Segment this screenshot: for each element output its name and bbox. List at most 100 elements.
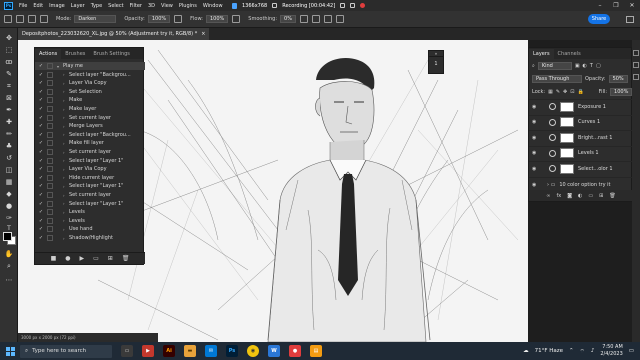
edit-toolbar-icon[interactable]: ⋯ (4, 276, 14, 285)
menu-select[interactable]: Select (105, 3, 126, 9)
eraser-tool-icon[interactable]: ◫ (4, 166, 14, 175)
filter-adjust-icon[interactable]: ◐ (583, 63, 587, 69)
action-check-icon[interactable]: ✓ (37, 183, 45, 189)
minimize-icon[interactable]: – (592, 0, 608, 11)
dialog-toggle-icon[interactable] (47, 131, 53, 138)
action-item[interactable]: ✓ › Merge Layers (35, 122, 145, 130)
visibility-eye-icon[interactable]: ◉ (532, 166, 541, 172)
marquee-tool-icon[interactable]: ⬚ (4, 46, 14, 55)
collapse-icon[interactable]: » (429, 51, 443, 57)
properties-mini-panel[interactable]: » 1 (428, 50, 444, 74)
trash-icon[interactable]: 🗑 (122, 255, 130, 262)
notes-icon[interactable]: ▤ (310, 345, 322, 357)
smoothing-gear-icon[interactable] (299, 15, 308, 23)
camera-icon[interactable] (340, 3, 346, 8)
dialog-toggle-icon[interactable] (47, 192, 53, 198)
dialog-toggle-icon[interactable] (47, 88, 53, 95)
gradient-tool-icon[interactable]: ▦ (4, 178, 14, 187)
action-item[interactable]: ✓ › Hide current layer (35, 174, 145, 182)
workspace-icon[interactable] (626, 16, 634, 23)
action-item[interactable]: ✓ › Use hand (35, 225, 145, 233)
action-item[interactable]: ✓ › Select layer "Layer 1" (35, 157, 145, 165)
file-explorer-icon[interactable]: ▬ (184, 345, 196, 357)
action-check-icon[interactable]: ✓ (37, 132, 45, 138)
lock-move-icon[interactable]: ✥ (563, 89, 567, 95)
eyedropper-tool-icon[interactable]: ✒ (4, 106, 14, 115)
visibility-eye-icon[interactable]: ◉ (532, 135, 541, 141)
brush-tool-icon[interactable]: ✏ (4, 130, 14, 139)
action-item[interactable]: ✓ › Levels (35, 217, 145, 225)
action-check-icon[interactable]: ✓ (37, 226, 45, 232)
properties-panel-icon[interactable] (633, 62, 639, 68)
pressure-size-icon[interactable] (323, 15, 332, 23)
action-check-icon[interactable]: ✓ (37, 97, 45, 103)
lasso-tool-icon[interactable]: ꝏ (4, 58, 14, 67)
lock-artboard-icon[interactable]: ⊡ (570, 89, 574, 95)
network-icon[interactable]: ⌔ (580, 348, 585, 355)
pen-tool-icon[interactable]: ✑ (4, 214, 14, 223)
dialog-toggle-icon[interactable] (47, 200, 53, 207)
layer-filter-select[interactable]: Kind (537, 62, 572, 70)
action-check-icon[interactable]: ✓ (37, 158, 45, 164)
recorder-icon[interactable]: ● (289, 345, 301, 357)
taskbar-clock[interactable]: 7:50 AM 2/4/2023 (600, 344, 622, 358)
layer-mask-thumbnail[interactable] (560, 132, 574, 143)
dialog-toggle-icon[interactable] (47, 71, 53, 78)
layer-mask-thumbnail[interactable] (560, 101, 574, 112)
menu-image[interactable]: Image (46, 3, 68, 9)
play-icon[interactable]: ▶ (79, 255, 84, 262)
weather-text[interactable]: 71°F Haze (535, 348, 563, 354)
layer-row[interactable]: ◉ Levels 1 (529, 145, 633, 160)
dialog-toggle-icon[interactable] (47, 106, 53, 112)
pressure-opacity-icon[interactable] (174, 15, 183, 23)
action-check-icon[interactable]: ✓ (37, 63, 45, 69)
menu-plugins[interactable]: Plugins (176, 3, 200, 9)
action-item[interactable]: ✓ › Set current layer (35, 114, 145, 122)
dialog-toggle-icon[interactable] (47, 114, 53, 121)
action-check-icon[interactable]: ✓ (37, 72, 45, 78)
dialog-toggle-icon[interactable] (47, 174, 53, 181)
action-check-icon[interactable]: ✓ (37, 175, 45, 181)
tab-brush-settings[interactable]: Brush Settings (89, 49, 134, 59)
brush-settings-icon[interactable] (40, 15, 48, 23)
brush-tool-icon[interactable] (16, 15, 24, 23)
tab-channels[interactable]: Channels (554, 49, 585, 59)
new-action-icon[interactable]: ⊞ (108, 255, 113, 262)
zoom-tool-icon[interactable]: ⌕ (4, 262, 14, 271)
fx-icon[interactable]: fx (556, 193, 561, 199)
share-button[interactable]: Share (588, 14, 610, 24)
action-item[interactable]: ✓ ▾ Play me (35, 62, 145, 70)
action-item[interactable]: ✓ › Set current layer (35, 191, 145, 199)
menu-layer[interactable]: Layer (68, 3, 88, 9)
adjustment-layer-icon[interactable]: ◐ (578, 193, 582, 199)
symmetry-icon[interactable] (335, 15, 344, 23)
menu-filter[interactable]: Filter (127, 3, 145, 9)
action-item[interactable]: ✓ › Levels (35, 208, 145, 216)
opacity-input[interactable]: 100% (147, 15, 171, 23)
action-check-icon[interactable]: ✓ (37, 166, 45, 172)
stop-record-icon[interactable] (360, 3, 366, 8)
chrome-icon[interactable]: ◉ (247, 345, 259, 357)
action-item[interactable]: ✓ › Make layer (35, 105, 145, 113)
dialog-toggle-icon[interactable] (47, 217, 53, 224)
maximize-icon[interactable]: ❐ (608, 0, 624, 11)
angle-icon[interactable] (311, 15, 320, 23)
volume-icon[interactable]: ♪ (591, 348, 595, 354)
healing-brush-tool-icon[interactable]: ✚ (4, 118, 14, 127)
menu-3d[interactable]: 3D (145, 3, 158, 9)
action-item[interactable]: ✓ › Set Selection (35, 88, 145, 96)
dialog-toggle-icon[interactable] (47, 209, 53, 216)
layer-row[interactable]: ◉ Exposure 1 (529, 99, 633, 113)
delete-layer-icon[interactable]: 🗑 (609, 193, 615, 199)
action-check-icon[interactable]: ✓ (37, 106, 45, 112)
blend-mode-select[interactable]: Pass Through (532, 75, 582, 83)
blur-tool-icon[interactable]: ◆ (4, 190, 14, 199)
menu-type[interactable]: Type (88, 3, 105, 9)
media-player-icon[interactable]: ▶ (142, 345, 154, 357)
dialog-toggle-icon[interactable] (47, 226, 53, 233)
history-panel-icon[interactable] (633, 50, 639, 56)
dodge-tool-icon[interactable]: ● (4, 202, 14, 211)
action-check-icon[interactable]: ✓ (37, 123, 45, 129)
group-folder-icon[interactable]: › ▭ (547, 182, 555, 188)
taskbar-search[interactable]: ⌕ Type here to search (20, 344, 112, 358)
